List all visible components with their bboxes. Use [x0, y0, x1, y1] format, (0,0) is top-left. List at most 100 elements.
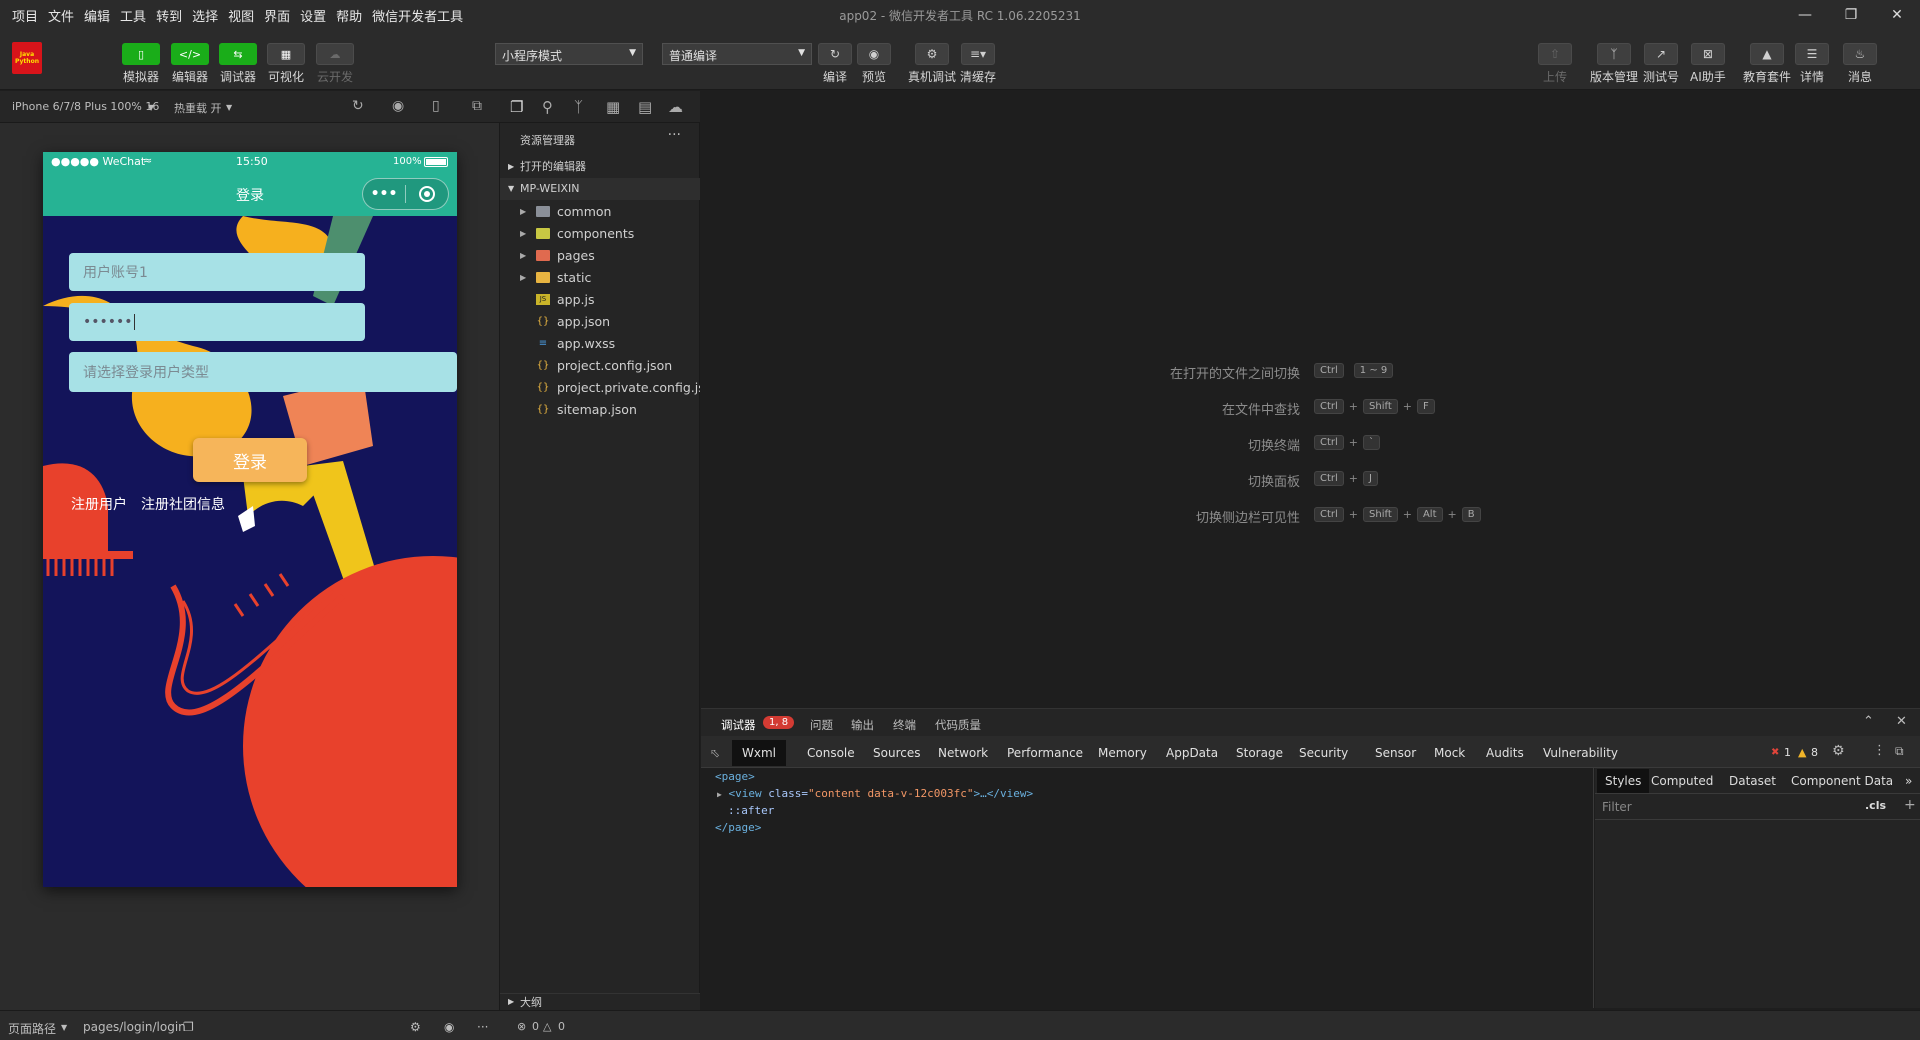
tab-appdata[interactable]: AppData: [1166, 746, 1218, 760]
tab-memory[interactable]: Memory: [1098, 746, 1147, 760]
editor-button[interactable]: </> 编辑器: [171, 43, 209, 85]
wxml-node-view[interactable]: ▶ <view class="content data-v-12c003fc">…: [717, 787, 1033, 800]
tab-performance[interactable]: Performance: [1007, 746, 1083, 760]
close-icon[interactable]: ✕: [1874, 0, 1920, 30]
project-avatar[interactable]: Java Python: [12, 42, 42, 74]
menu-item-select[interactable]: 选择: [192, 6, 218, 25]
menu-item-settings[interactable]: 设置: [300, 6, 326, 25]
clear-cache-button[interactable]: ≡▾ 清缓存: [960, 43, 996, 85]
open-editors-section[interactable]: ▶ 打开的编辑器: [500, 156, 700, 178]
tree-item-components[interactable]: ▶ components: [500, 223, 700, 245]
tab-output[interactable]: 输出: [851, 717, 874, 733]
phone-frame-icon[interactable]: ▯: [432, 98, 440, 114]
storage-icon[interactable]: ▤: [638, 98, 652, 116]
maximize-panel-icon[interactable]: ⌃: [1863, 714, 1874, 729]
error-status-icon[interactable]: ⊗: [517, 1020, 526, 1033]
menu-item-view[interactable]: 视图: [228, 6, 254, 25]
wxml-pseudo-after[interactable]: ::after: [728, 804, 774, 817]
tree-item-pages[interactable]: ▶ pages: [500, 245, 700, 267]
preview-button[interactable]: ◉ 预览: [857, 43, 891, 85]
cls-toggle[interactable]: .cls: [1865, 799, 1886, 812]
tree-item-project-private-config[interactable]: {} project.private.config.js...: [500, 377, 700, 399]
cloud-icon[interactable]: ☁: [668, 98, 683, 116]
tab-vulnerability[interactable]: Vulnerability: [1543, 746, 1618, 760]
tree-item-project-config[interactable]: {} project.config.json: [500, 355, 700, 377]
tab-console[interactable]: Console: [807, 746, 855, 760]
hot-reload-toggle[interactable]: 热重载 开: [174, 100, 222, 116]
rotate-icon[interactable]: ↻: [352, 98, 364, 114]
add-rule-icon[interactable]: +: [1904, 797, 1916, 813]
messages-button[interactable]: ♨ 消息: [1843, 43, 1877, 85]
extensions-icon[interactable]: ▦: [606, 98, 620, 116]
search-icon[interactable]: ⚲: [542, 98, 553, 116]
wxml-node-page-open[interactable]: <page>: [715, 770, 755, 783]
menu-item-file[interactable]: 文件: [48, 6, 74, 25]
eye-icon[interactable]: ◉: [444, 1020, 454, 1034]
upload-button[interactable]: ⇧ 上传: [1538, 43, 1572, 85]
simulator-button[interactable]: ▯ 模拟器: [122, 43, 160, 85]
tab-component-data[interactable]: Component Data: [1791, 774, 1893, 788]
detach-window-icon[interactable]: ⧉: [472, 98, 482, 114]
tree-item-app-json[interactable]: {} app.json: [500, 311, 700, 333]
test-account-button[interactable]: ↗ 测试号: [1643, 43, 1679, 85]
education-kit-button[interactable]: ▲ 教育套件: [1743, 43, 1791, 85]
details-button[interactable]: ☰ 详情: [1795, 43, 1829, 85]
menu-item-help[interactable]: 帮助: [336, 6, 362, 25]
compile-select[interactable]: 普通编译 ▼: [662, 43, 812, 65]
register-club-link[interactable]: 注册社团信息: [141, 494, 225, 514]
page-path-label[interactable]: 页面路径: [8, 1020, 56, 1037]
tab-sensor[interactable]: Sensor: [1375, 746, 1416, 760]
warning-status-icon[interactable]: △: [543, 1020, 551, 1033]
more-icon[interactable]: ···: [477, 1020, 488, 1034]
menu-item-edit[interactable]: 编辑: [84, 6, 110, 25]
tab-problems[interactable]: 问题: [810, 717, 833, 733]
compile-button[interactable]: ↻ 编译: [818, 43, 852, 85]
outline-section[interactable]: ▶ 大纲: [500, 993, 700, 1010]
account-input[interactable]: 用户账号1: [69, 253, 365, 291]
password-input[interactable]: ••••••: [69, 303, 365, 341]
tab-code-quality[interactable]: 代码质量: [935, 717, 981, 733]
tree-item-app-wxss[interactable]: ≡ app.wxss: [500, 333, 700, 355]
restore-icon[interactable]: ❐: [1828, 0, 1874, 30]
user-type-picker[interactable]: 请选择登录用户类型: [69, 352, 457, 392]
tree-item-app-js[interactable]: JS app.js: [500, 289, 700, 311]
tab-dataset[interactable]: Dataset: [1729, 774, 1776, 788]
tab-audits[interactable]: Audits: [1486, 746, 1524, 760]
device-select[interactable]: iPhone 6/7/8 Plus 100% 16: [12, 100, 159, 113]
wxml-node-page-close[interactable]: </page>: [715, 821, 761, 834]
cloud-dev-button[interactable]: ☁ 云开发: [316, 43, 354, 85]
record-icon[interactable]: ◉: [392, 98, 404, 114]
gear-icon[interactable]: ⚙: [1832, 743, 1845, 759]
visualize-button[interactable]: ▦ 可视化: [267, 43, 305, 85]
tab-network[interactable]: Network: [938, 746, 988, 760]
files-icon[interactable]: ❐: [510, 98, 523, 116]
version-control-button[interactable]: ᛉ 版本管理: [1590, 43, 1638, 85]
debugger-button[interactable]: ⇆ 调试器: [219, 43, 257, 85]
menu-item-wechat-devtools[interactable]: 微信开发者工具: [372, 6, 463, 25]
login-button[interactable]: 登录: [193, 438, 307, 482]
more-dots-icon[interactable]: •••: [363, 186, 405, 202]
close-mini-program-icon[interactable]: [406, 186, 448, 202]
tab-storage[interactable]: Storage: [1236, 746, 1283, 760]
tab-sources[interactable]: Sources: [873, 746, 920, 760]
tree-item-static[interactable]: ▶ static: [500, 267, 700, 289]
tab-styles[interactable]: Styles: [1597, 769, 1650, 793]
undock-icon[interactable]: ⧉: [1895, 744, 1904, 759]
menu-item-goto[interactable]: 转到: [156, 6, 182, 25]
source-control-icon[interactable]: ᛉ: [574, 98, 583, 116]
copy-icon[interactable]: ❐: [183, 1020, 194, 1034]
tab-wxml[interactable]: Wxml: [732, 740, 786, 766]
kebab-menu-icon[interactable]: ⋮: [1873, 743, 1886, 758]
tab-terminal[interactable]: 终端: [893, 717, 916, 733]
menu-item-interface[interactable]: 界面: [264, 6, 290, 25]
remote-debug-button[interactable]: ⚙ 真机调试: [908, 43, 956, 85]
minimize-icon[interactable]: —: [1782, 0, 1828, 30]
project-section[interactable]: ▼ MP-WEIXIN: [500, 178, 700, 200]
mode-select[interactable]: 小程序模式 ▼: [495, 43, 643, 65]
tab-debugger[interactable]: 调试器: [721, 717, 756, 737]
tab-mock[interactable]: Mock: [1434, 746, 1465, 760]
menu-item-project[interactable]: 项目: [12, 6, 38, 25]
ai-assistant-button[interactable]: ⊠ AI助手: [1690, 43, 1726, 85]
menu-item-tools[interactable]: 工具: [120, 6, 146, 25]
tab-security[interactable]: Security: [1299, 746, 1348, 760]
